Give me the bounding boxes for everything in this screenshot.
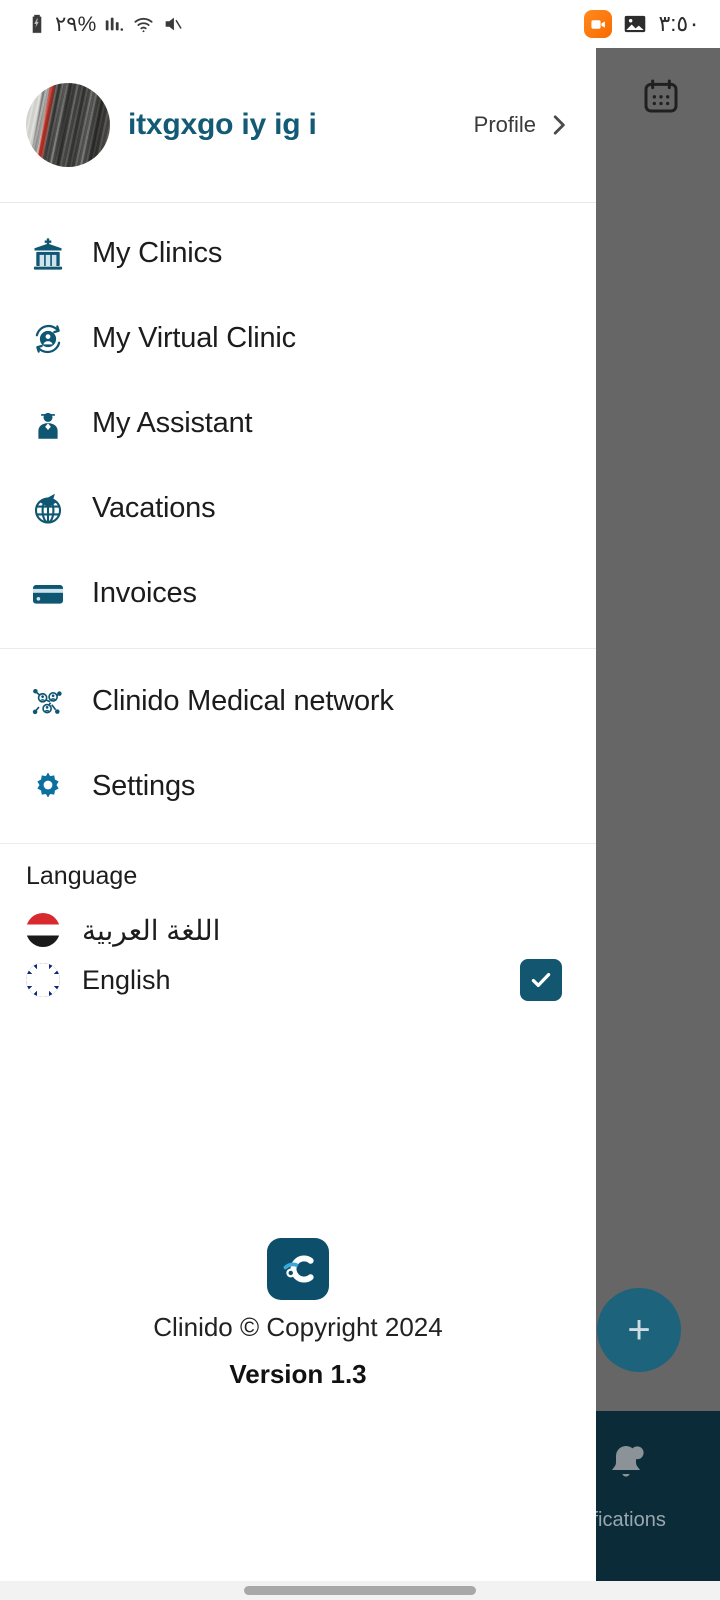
menu-item-label: My Assistant xyxy=(92,407,253,439)
gear-icon xyxy=(26,765,70,809)
menu-item-clinido-medical-network[interactable]: Clinido Medical network xyxy=(0,659,596,744)
egypt-flag-icon xyxy=(26,913,60,947)
bell-notification-icon[interactable] xyxy=(602,1440,650,1488)
mute-icon xyxy=(162,13,184,35)
menu-item-vacations[interactable]: Vacations xyxy=(0,466,596,551)
wifi-icon xyxy=(132,13,155,36)
menu-item-label: Clinido Medical network xyxy=(92,685,394,717)
copyright-label: Clinido © Copyright 2024 xyxy=(153,1312,443,1342)
chevron-right-icon xyxy=(546,110,572,140)
menu-item-my-clinics[interactable]: My Clinics xyxy=(0,211,596,296)
photo-icon xyxy=(622,11,648,37)
cellular-signal-icon xyxy=(103,13,125,35)
language-selected-checkbox[interactable] xyxy=(520,959,562,1001)
app-screen: + ifications ٢٩% xyxy=(0,0,720,1600)
screen-recorder-icon xyxy=(584,10,613,38)
menu-item-my-virtual-clinic[interactable]: My Virtual Clinic xyxy=(0,296,596,381)
status-bar-left: ٢٩% xyxy=(26,12,184,37)
calendar-icon[interactable] xyxy=(641,76,681,116)
menu-item-settings[interactable]: Settings xyxy=(0,744,596,829)
add-appointment-fab[interactable]: + xyxy=(597,1288,681,1372)
profile-link-label: Profile xyxy=(473,112,536,137)
clock-label: ٣:٥٠ xyxy=(658,11,700,36)
plus-icon: + xyxy=(627,1308,651,1352)
drawer-footer: Clinido © Copyright 2024 Version 1.3 xyxy=(0,1238,596,1390)
menu-item-label: Invoices xyxy=(92,577,197,609)
profile-name-label: itxgxgo iy ig i xyxy=(128,108,317,141)
uk-flag-icon xyxy=(26,963,60,997)
menu-group-secondary: Clinido Medical network Settings xyxy=(0,649,596,844)
network-people-icon xyxy=(26,680,70,724)
bottom-nav-notifications-label: ifications xyxy=(596,1509,666,1531)
language-option-english[interactable]: English xyxy=(26,955,572,1005)
navigation-drawer: itxgxgo iy ig i Profile My Clinics My Vi… xyxy=(0,48,596,1581)
avatar[interactable] xyxy=(26,83,110,167)
menu-item-label: Settings xyxy=(92,770,196,802)
clinic-building-icon xyxy=(26,232,70,276)
language-option-label: اللغة العربية xyxy=(82,914,221,946)
globe-plane-icon xyxy=(26,487,70,531)
profile-header[interactable]: itxgxgo iy ig i Profile xyxy=(0,48,596,203)
status-bar-right: ٣:٥٠ xyxy=(584,10,700,38)
home-gesture-pill[interactable] xyxy=(244,1586,476,1595)
bottom-navigation-bar xyxy=(596,1411,720,1581)
language-option-arabic[interactable]: اللغة العربية xyxy=(26,905,572,955)
menu-item-label: My Clinics xyxy=(92,237,223,269)
language-option-label: English xyxy=(82,964,171,995)
virtual-clinic-icon xyxy=(26,317,70,361)
clinido-logo-icon xyxy=(267,1238,329,1300)
android-navigation-bar xyxy=(0,1581,720,1600)
menu-item-label: Vacations xyxy=(92,492,216,524)
profile-link[interactable]: Profile xyxy=(474,110,572,140)
assistant-person-icon xyxy=(26,402,70,446)
menu-item-my-assistant[interactable]: My Assistant xyxy=(0,381,596,466)
battery-percent-label: ٢٩% xyxy=(55,12,97,36)
language-section-title: Language xyxy=(26,862,138,890)
menu-group-primary: My Clinics My Virtual Clinic My Assistan… xyxy=(0,203,596,649)
battery-charging-icon xyxy=(26,13,48,35)
menu-item-invoices[interactable]: Invoices xyxy=(0,551,596,636)
version-label: Version 1.3 xyxy=(229,1359,367,1389)
language-section: Language اللغة العربية English xyxy=(0,844,596,1005)
status-bar: ٢٩% ٣:٥٠ xyxy=(0,0,720,48)
credit-card-icon xyxy=(26,572,70,616)
menu-item-label: My Virtual Clinic xyxy=(92,322,296,354)
